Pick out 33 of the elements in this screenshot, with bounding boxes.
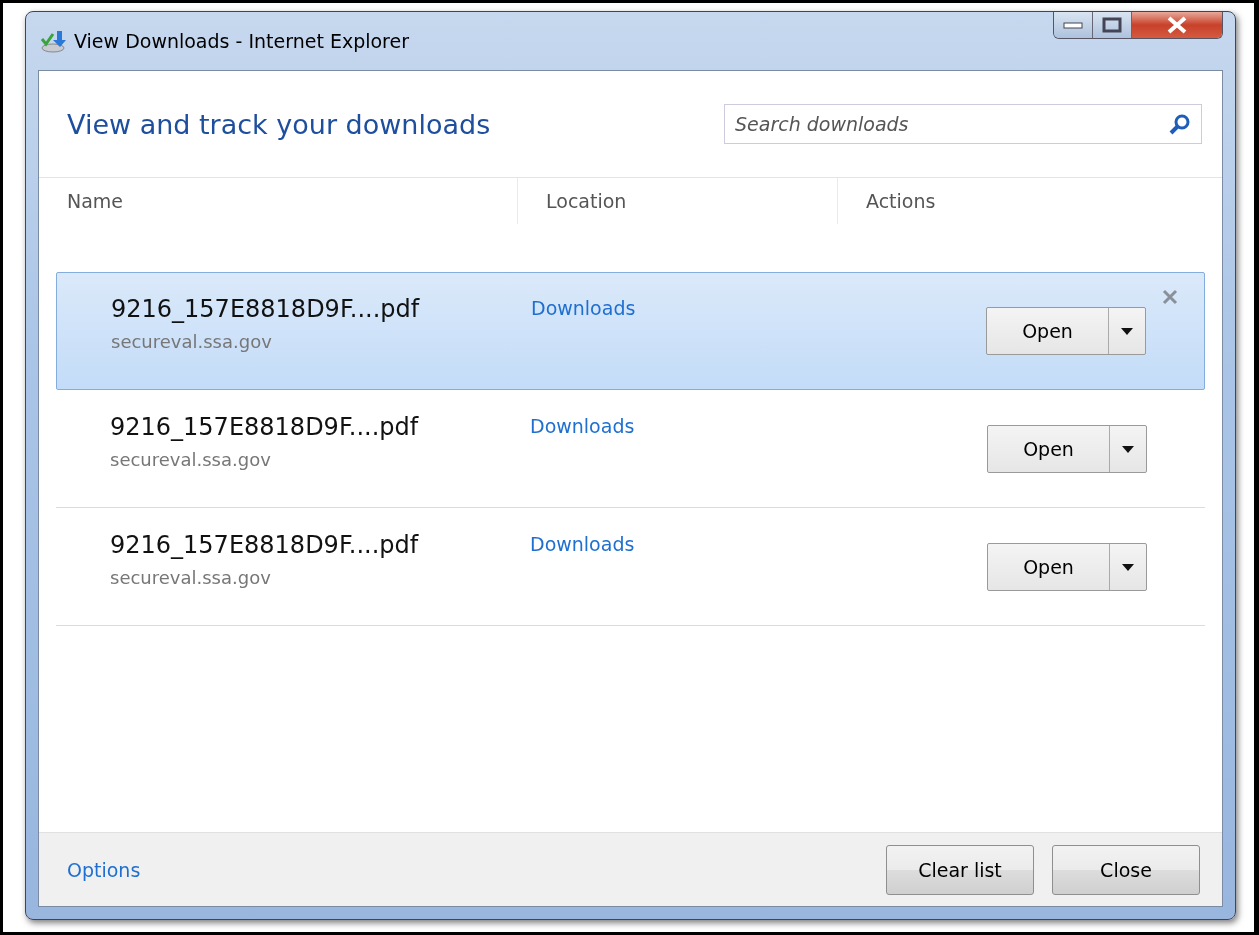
file-name: 9216_157E8818D9F....pdf: [110, 413, 419, 441]
search-icon: [1168, 112, 1192, 136]
column-header: Location: [546, 190, 627, 212]
close-button[interactable]: Close: [1052, 844, 1200, 895]
file-name: 9216_157E8818D9F....pdf: [111, 295, 420, 323]
download-row[interactable]: 9216_157E8818D9F....pdf secureval.ssa.gov Downloads Open: [56, 508, 1205, 626]
source-site: secureval.ssa.gov: [110, 449, 271, 470]
downloads-icon: [40, 29, 66, 53]
minimize-button[interactable]: [1054, 12, 1093, 38]
caret-icon: [1122, 445, 1134, 453]
close-icon: [1166, 16, 1188, 34]
source-site: secureval.ssa.gov: [110, 567, 271, 588]
file-name: 9216_157E8818D9F....pdf: [110, 531, 419, 559]
search-field[interactable]: Search downloads: [724, 104, 1202, 144]
caret-icon: [1121, 327, 1133, 335]
window-title: View Downloads - Internet Explorer: [74, 30, 410, 52]
download-row[interactable]: 9216_157E8818D9F....pdf secureval.ssa.gov Downloads Open: [56, 272, 1205, 390]
maximize-button[interactable]: [1093, 12, 1132, 38]
options-link[interactable]: Options: [67, 858, 868, 881]
minimize-icon: [1063, 21, 1083, 29]
remove-icon[interactable]: [1162, 289, 1178, 305]
column-header: Actions: [866, 190, 936, 212]
location-link[interactable]: Downloads: [531, 297, 636, 319]
close-window-button[interactable]: [1132, 12, 1222, 38]
page-heading: View and track your downloads: [67, 108, 491, 140]
caret-icon: [1122, 563, 1134, 571]
source-site: secureval.ssa.gov: [111, 331, 272, 352]
maximize-icon: [1102, 17, 1122, 33]
download-row[interactable]: 9216_157E8818D9F....pdf secureval.ssa.gov Downloads Open: [56, 390, 1205, 508]
column-header: Name: [67, 190, 124, 212]
location-link[interactable]: Downloads: [530, 533, 635, 555]
clear-list-button[interactable]: Clear list: [886, 844, 1034, 895]
location-link[interactable]: Downloads: [530, 415, 635, 437]
